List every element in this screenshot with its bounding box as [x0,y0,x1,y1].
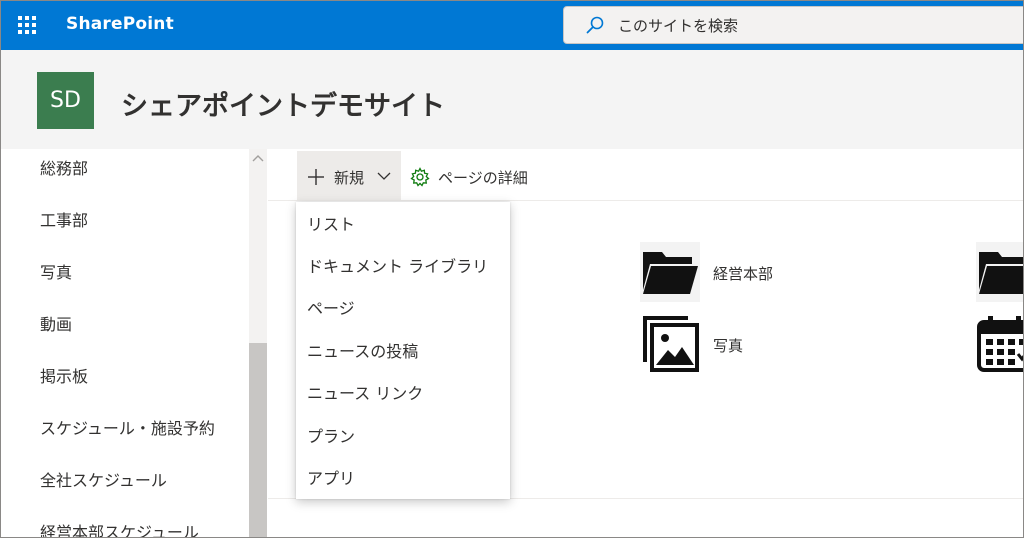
calendar-icon [977,316,1024,372]
plus-icon [308,169,324,185]
site-search-box[interactable]: このサイトを検索 [563,6,1024,44]
nav-item-schedule-facility[interactable]: スケジュール・施設予約 [40,415,215,439]
new-dropdown-menu: リスト ドキュメント ライブラリ ページ ニュースの投稿 ニュース リンク プラ… [296,202,510,499]
nav-item-soumubu[interactable]: 総務部 [40,155,88,179]
quick-link-label: 経営本部 [713,265,774,283]
chevron-down-icon [377,172,391,180]
new-button-label: 新規 [334,169,365,187]
scroll-up-arrow-icon[interactable] [252,153,264,163]
site-logo[interactable]: SD [37,72,94,129]
menu-item-page[interactable]: ページ [296,286,510,328]
menu-item-news-post[interactable]: ニュースの投稿 [296,329,510,371]
nav-item-koujibu[interactable]: 工事部 [40,207,88,231]
search-icon [586,16,604,34]
site-header: SD シェアポイントデモサイト [0,50,1024,149]
quick-link-calendar-partial[interactable] [976,314,1024,374]
page-details-label: ページの詳細 [438,169,528,187]
menu-item-app[interactable]: アプリ [296,456,510,498]
page-details-button[interactable]: ページの詳細 [410,151,550,201]
new-button[interactable]: 新規 [297,151,401,201]
sharepoint-brand-link[interactable]: SharePoint [66,14,174,34]
folder-open-icon [640,242,700,302]
app-launcher-icon[interactable] [16,14,38,36]
quick-link-folder-partial[interactable] [976,242,1024,302]
suite-bar: SharePoint このサイトを検索 [0,0,1024,50]
nav-item-management-schedule[interactable]: 経営本部スケジュール [40,519,199,538]
command-bar: 新規 ページの詳細 [268,149,1024,201]
site-title[interactable]: シェアポイントデモサイト [121,84,445,123]
left-navigation: 総務部 工事部 写真 動画 掲示板 スケジュール・施設予約 全社スケジュール 経… [0,149,267,538]
menu-item-plan[interactable]: プラン [296,414,510,456]
menu-item-document-library[interactable]: ドキュメント ライブラリ [296,244,510,286]
nav-item-videos[interactable]: 動画 [40,311,72,335]
scrollbar-thumb[interactable] [249,343,267,538]
gear-icon [410,167,430,187]
nav-item-company-schedule[interactable]: 全社スケジュール [40,467,167,491]
menu-item-news-link[interactable]: ニュース リンク [296,371,510,413]
folder-open-icon [976,242,1024,302]
nav-item-bulletin-board[interactable]: 掲示板 [40,363,88,387]
quick-link-label: 写真 [713,337,744,355]
left-nav-scrollbar[interactable] [249,149,267,538]
nav-item-photos[interactable]: 写真 [40,259,72,283]
menu-item-list[interactable]: リスト [296,202,510,244]
image-gallery-icon [640,314,700,374]
search-placeholder: このサイトを検索 [618,17,739,35]
site-logo-initials: SD [50,88,81,113]
quick-link-management-hq[interactable]: 経営本部 [640,242,800,302]
quick-link-photos[interactable]: 写真 [640,314,800,374]
